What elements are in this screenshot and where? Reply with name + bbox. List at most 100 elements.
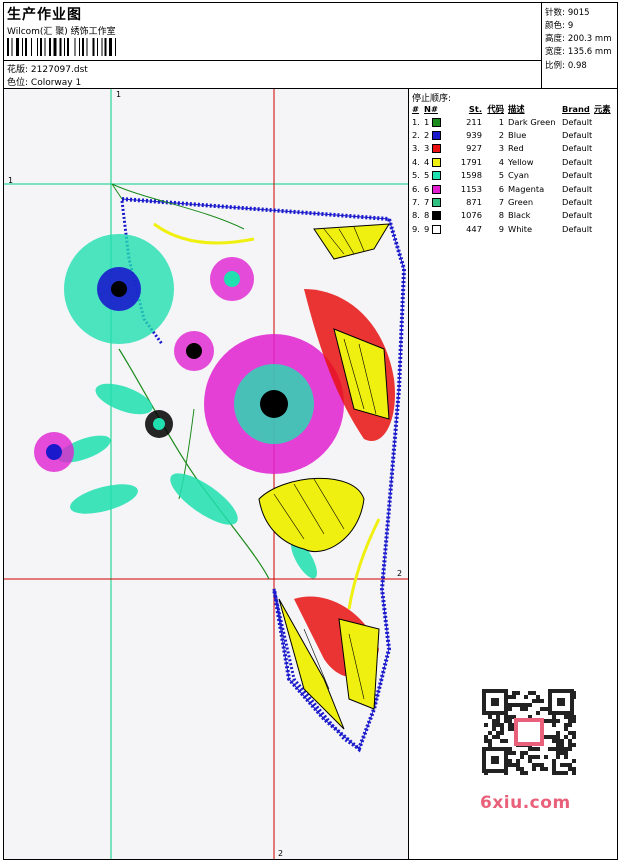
- legend-table: # N# St. 代码 描述 Brand 元素 1. 1 211 1 Dark Gre…: [412, 102, 616, 236]
- color-code: 8: [498, 210, 504, 221]
- brand: Default: [562, 116, 593, 127]
- legend-row: 6. 6 1153 6 Magenta Default: [412, 182, 616, 195]
- brand: Default: [562, 156, 593, 167]
- legend-row: 4. 4 1791 4 Yellow Default: [412, 155, 616, 168]
- watermark: 6xiu.com: [480, 793, 571, 813]
- needle-number: 4: [424, 156, 430, 167]
- element: [594, 155, 616, 168]
- color-description: Magenta: [508, 183, 545, 194]
- barcode: [7, 38, 116, 56]
- color-swatch: [431, 211, 441, 221]
- stop-index: 4.: [412, 156, 420, 167]
- color-description: Black: [508, 210, 531, 221]
- needle-number: 7: [424, 197, 430, 208]
- color-code: 5: [498, 170, 504, 181]
- legend-row: 7. 7 871 7 Green Default: [412, 195, 616, 208]
- header: 生产作业图 Wilcom(汇 聚) 绣饰工作室 花版: 2127097.dst …: [4, 3, 617, 89]
- color-code: 7: [498, 197, 504, 208]
- color-swatch: [431, 184, 441, 194]
- color-swatch: [431, 198, 441, 208]
- legend-row: 3. 3 927 3 Red Default: [412, 142, 616, 155]
- needle-number: 5: [424, 170, 430, 181]
- yellow-petal-1: [313, 223, 390, 260]
- stat-width: 宽度: 135.6 mm: [545, 47, 612, 57]
- color-code: 1: [498, 116, 504, 127]
- color-swatch: [431, 117, 441, 127]
- brand: Default: [562, 210, 593, 221]
- needle-number: 8: [424, 210, 430, 221]
- color-description: Green: [508, 197, 534, 208]
- qr-code: [474, 683, 584, 783]
- divider: [4, 60, 542, 61]
- element: [594, 195, 616, 208]
- axis-label-v2: 2: [278, 849, 284, 858]
- element: [594, 128, 616, 141]
- production-sheet: 生产作业图 Wilcom(汇 聚) 绣饰工作室 花版: 2127097.dst …: [3, 2, 618, 860]
- stitch-count: 447: [466, 223, 482, 234]
- design-label: 花版:: [7, 65, 29, 75]
- color-description: Cyan: [508, 170, 530, 181]
- brand: Default: [562, 197, 593, 208]
- brand: Default: [562, 170, 593, 181]
- stat-stitches: 针数: 9015: [545, 8, 590, 18]
- needle-number: 9: [424, 223, 430, 234]
- legend-row: 2. 2 939 2 Blue Default: [412, 128, 616, 141]
- brand: Default: [562, 130, 593, 141]
- stitch-count: 1598: [460, 170, 482, 181]
- legend-row: 9. 9 447 9 White Default: [412, 222, 616, 235]
- axis-label-h2: 2: [397, 569, 403, 578]
- color-swatch: [431, 171, 441, 181]
- stop-index: 8.: [412, 210, 420, 221]
- colorway-row: 色位: Colorway 1: [7, 75, 81, 88]
- brand: Default: [562, 143, 593, 154]
- stitch-count: 939: [466, 130, 482, 141]
- design-canvas: 1 1 2 2: [4, 89, 409, 859]
- stop-index: 1.: [412, 116, 420, 127]
- color-description: Yellow: [508, 156, 534, 167]
- stop-index: 6.: [412, 183, 420, 194]
- stop-index: 9.: [412, 223, 420, 234]
- brand: Default: [562, 223, 593, 234]
- legend-row: 8. 8 1076 8 Black Default: [412, 209, 616, 222]
- stitch-count: 1791: [460, 156, 482, 167]
- stop-index: 2.: [412, 130, 420, 141]
- stitch-count: 871: [466, 197, 482, 208]
- design-file-row: 花版: 2127097.dst: [7, 62, 88, 75]
- element: [594, 182, 616, 195]
- stat-height: 高度: 200.3 mm: [545, 34, 612, 44]
- colorway-label: 色位:: [7, 78, 29, 88]
- color-swatch: [431, 224, 441, 234]
- needle-number: 2: [424, 130, 430, 141]
- stitch-count: 1153: [460, 183, 482, 194]
- element: [594, 209, 616, 222]
- stats-panel: 针数: 9015 颜色: 9 高度: 200.3 mm 宽度: 135.6 mm 比例:…: [542, 3, 617, 89]
- sheet-title: 生产作业图: [7, 7, 82, 23]
- header-info: 生产作业图 Wilcom(汇 聚) 绣饰工作室 花版: 2127097.dst …: [4, 3, 542, 89]
- stop-index: 5.: [412, 170, 420, 181]
- design-file-value: 2127097.dst: [30, 65, 88, 75]
- yellow-petal-2: [258, 477, 365, 553]
- color-swatch: [431, 144, 441, 154]
- stitch-count: 211: [466, 116, 482, 127]
- color-description: Red: [508, 143, 524, 154]
- color-swatch: [431, 157, 441, 167]
- legend-header-row: # N# St. 代码 描述 Brand 元素: [412, 103, 611, 114]
- needle-number: 3: [424, 143, 430, 154]
- company-name: Wilcom(汇 聚) 绣饰工作室: [7, 27, 116, 37]
- element: [594, 115, 616, 128]
- color-code: 3: [498, 143, 504, 154]
- element: [594, 142, 616, 155]
- needle-number: 6: [424, 183, 430, 194]
- stitch-count: 927: [466, 143, 482, 154]
- brand: Default: [562, 183, 593, 194]
- stitch-count: 1076: [460, 210, 482, 221]
- needle-number: 1: [424, 116, 430, 127]
- element: [594, 222, 616, 235]
- stop-index: 7.: [412, 197, 420, 208]
- legend-row: 1. 1 211 1 Dark Green Default: [412, 115, 616, 128]
- legend-row: 5. 5 1598 5 Cyan Default: [412, 169, 616, 182]
- stat-scale: 比例: 0.98: [545, 61, 587, 71]
- axis-label-v1: 1: [116, 90, 122, 99]
- color-description: Dark Green: [508, 116, 556, 127]
- color-code: 9: [498, 223, 504, 234]
